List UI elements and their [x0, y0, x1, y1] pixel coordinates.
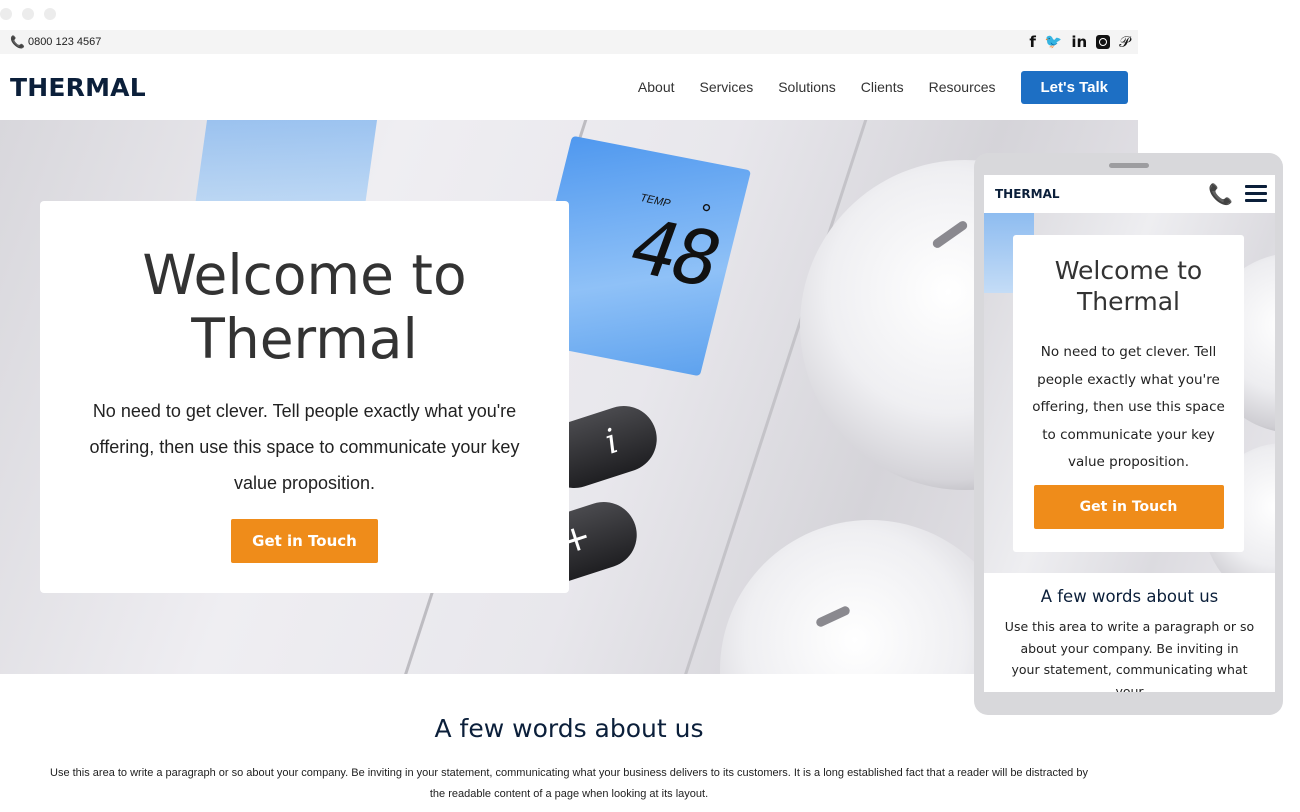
window-dot[interactable]: [22, 8, 34, 20]
hamburger-menu-icon[interactable]: [1245, 185, 1267, 203]
window-controls: [0, 8, 56, 20]
phone-number: 0800 123 4567: [27, 36, 102, 48]
phone-icon[interactable]: 📞: [1208, 182, 1233, 207]
about-section: A few words about us Use this area to wr…: [0, 714, 1138, 805]
phone-icon: 📞: [10, 35, 25, 49]
nav-about[interactable]: About: [638, 79, 675, 95]
mobile-hero-text: No need to get clever. Tell people exact…: [1032, 344, 1225, 470]
hero-text: No need to get clever. Tell people exact…: [89, 401, 520, 493]
hero-card: Welcome to Thermal No need to get clever…: [40, 201, 569, 593]
mobile-about-section: A few words about us Use this area to wr…: [984, 587, 1275, 692]
mobile-header: THERMAL 📞: [984, 175, 1275, 213]
pinterest-icon[interactable]: 𝒫: [1119, 34, 1130, 50]
mobile-hero: Welcome to Thermal No need to get clever…: [984, 213, 1275, 573]
about-text: Use this area to write a paragraph or so…: [50, 767, 1088, 800]
desktop-preview: 📞 0800 123 4567 f 🐦 in 𝒫 THERMAL About S…: [0, 30, 1138, 812]
social-links: f 🐦 in 𝒫: [1029, 34, 1130, 50]
lets-talk-button[interactable]: Let's Talk: [1020, 70, 1128, 104]
mobile-hero-title: Welcome to Thermal: [1054, 256, 1203, 316]
mobile-preview: THERMAL 📞 Welcome to Thermal No need to …: [974, 153, 1283, 715]
nav-solutions[interactable]: Solutions: [778, 79, 836, 95]
window-dot[interactable]: [0, 8, 12, 20]
mobile-header-icons: 📞: [1208, 182, 1267, 207]
instagram-icon[interactable]: [1096, 35, 1111, 49]
mobile-get-in-touch-button[interactable]: Get in Touch: [1033, 484, 1224, 529]
facebook-icon[interactable]: f: [1029, 34, 1036, 50]
mobile-about-title: A few words about us: [1040, 587, 1219, 606]
hero-title: Welcome to Thermal: [142, 243, 467, 371]
linkedin-icon[interactable]: in: [1071, 34, 1087, 50]
about-title: A few words about us: [434, 714, 704, 743]
mobile-about-text: Use this area to write a paragraph or so…: [1004, 619, 1255, 692]
top-bar: 📞 0800 123 4567 f 🐦 in 𝒫: [0, 30, 1138, 54]
info-icon: i: [600, 421, 623, 463]
mobile-screen: THERMAL 📞 Welcome to Thermal No need to …: [984, 175, 1275, 692]
hero-section: TEMP 48 ° i + Welcome to Thermal No need…: [0, 120, 1138, 674]
nav-services[interactable]: Services: [700, 79, 754, 95]
window-dot[interactable]: [44, 8, 56, 20]
site-header: THERMAL About Services Solutions Clients…: [0, 54, 1138, 120]
get-in-touch-button[interactable]: Get in Touch: [231, 519, 378, 563]
phone-speaker: [1109, 163, 1149, 168]
twitter-icon[interactable]: 🐦: [1045, 35, 1062, 49]
mobile-hero-card: Welcome to Thermal No need to get clever…: [1013, 235, 1244, 552]
nav-resources[interactable]: Resources: [929, 79, 996, 95]
mobile-logo[interactable]: THERMAL: [995, 187, 1060, 201]
nav-clients[interactable]: Clients: [861, 79, 904, 95]
logo[interactable]: THERMAL: [10, 73, 146, 102]
phone-contact[interactable]: 📞 0800 123 4567: [10, 35, 101, 49]
main-nav: About Services Solutions Clients Resourc…: [638, 70, 1128, 104]
